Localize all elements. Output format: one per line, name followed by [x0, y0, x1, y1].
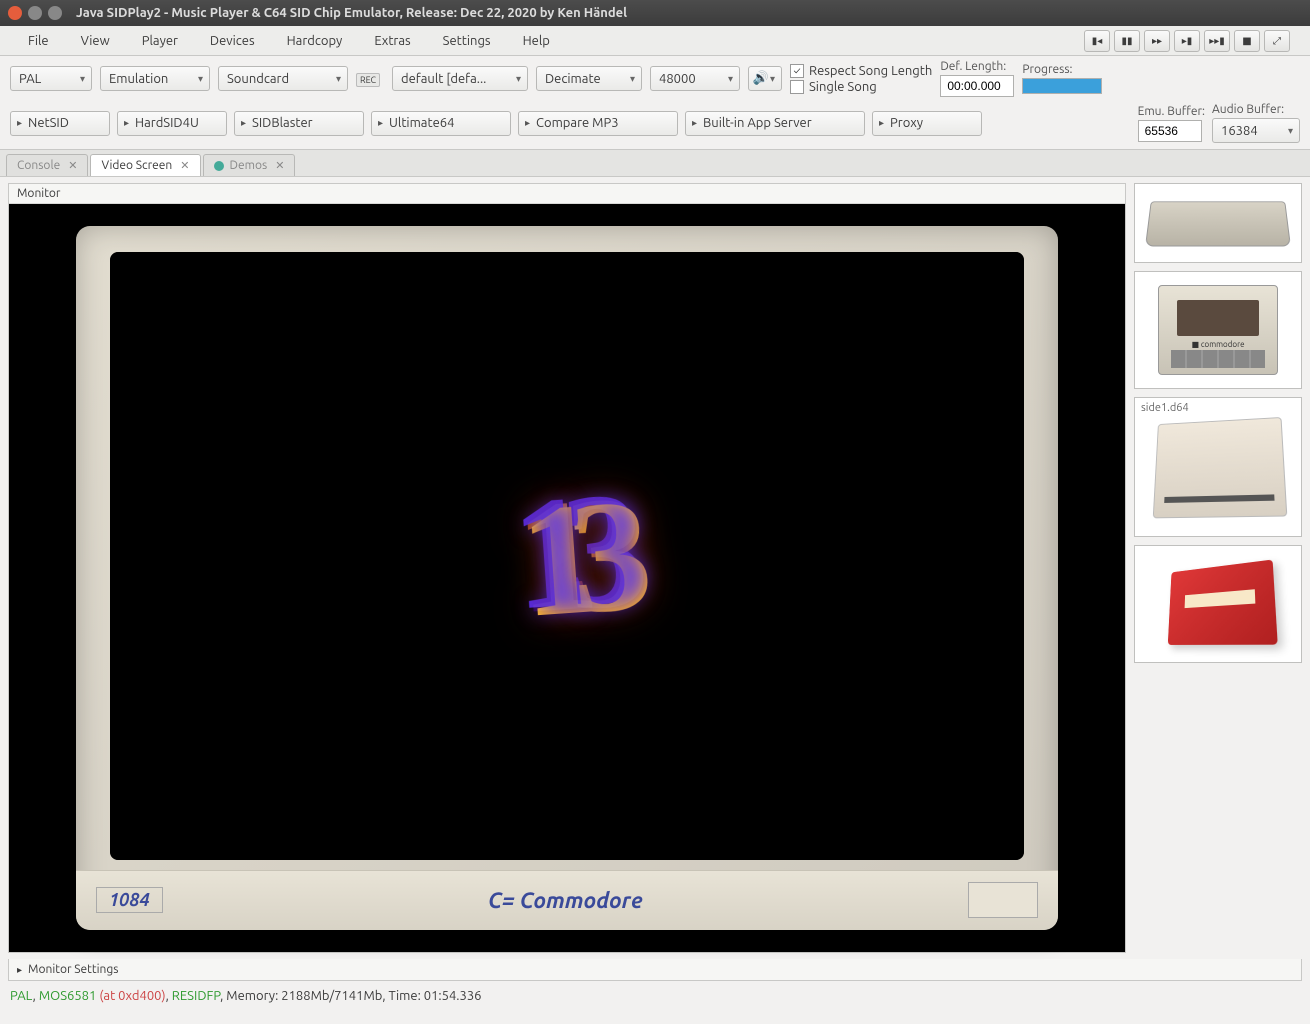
menu-player[interactable]: Player	[126, 28, 194, 54]
default-length-input[interactable]	[940, 75, 1014, 97]
sample-rate-combo[interactable]: 48000	[650, 66, 740, 91]
toolbar-bottom: NetSID HardSID4U SIDBlaster Ultimate64 C…	[0, 101, 1310, 149]
menu-settings[interactable]: Settings	[427, 28, 507, 54]
status-bar: PAL, MOS6581 (at 0xd400), RESIDFP, Memor…	[0, 981, 1310, 1011]
expand-button[interactable]: ⤢	[1264, 30, 1290, 52]
netsid-button[interactable]: NetSID	[10, 111, 110, 136]
hardsid-button[interactable]: HardSID4U	[117, 111, 227, 136]
audio-device-combo[interactable]: default [defa...	[392, 66, 528, 91]
monitor-model: 1084	[96, 887, 163, 913]
cartridge-icon	[1168, 559, 1278, 644]
proxy-button[interactable]: Proxy	[872, 111, 982, 136]
audio-buffer-label: Audio Buffer:	[1212, 103, 1300, 116]
tab-video-screen[interactable]: Video Screen✕	[90, 154, 200, 176]
close-icon[interactable]: ✕	[180, 159, 189, 172]
resample-combo[interactable]: Decimate	[536, 66, 642, 91]
window-close-button[interactable]	[8, 6, 22, 20]
demo-graphics: 13	[511, 460, 624, 652]
app-server-button[interactable]: Built-in App Server	[685, 111, 865, 136]
ultimate64-button[interactable]: Ultimate64	[371, 111, 511, 136]
disk-filename: side1.d64	[1141, 402, 1189, 414]
crt-monitor: 13 1084 C= Commodore	[76, 226, 1058, 929]
prev-track-button[interactable]: ▮◂	[1084, 30, 1110, 52]
fast-forward-button[interactable]: ▸▸	[1144, 30, 1170, 52]
monitor-power-panel	[968, 882, 1038, 918]
tab-demos[interactable]: Demos✕	[203, 154, 296, 176]
keyboard-device[interactable]	[1134, 183, 1302, 263]
toolbar-top: PAL Emulation Soundcard REC default [def…	[0, 56, 1310, 101]
disk-drive-icon	[1153, 417, 1288, 518]
progress-label: Progress:	[1022, 63, 1102, 76]
emu-buffer-label: Emu. Buffer:	[1138, 105, 1205, 118]
media-controls: ▮◂ ▮▮ ▸▸ ▸▮ ▸▸▮ ■ ⤢	[1084, 30, 1298, 52]
status-sid-chip: MOS6581	[39, 989, 97, 1003]
speaker-button[interactable]: 🔊	[748, 66, 782, 91]
monitor-brand: C= Commodore	[163, 888, 968, 913]
default-length-label: Def. Length:	[940, 60, 1014, 73]
chevron-right-icon: ▸	[17, 964, 22, 976]
status-engine: RESIDFP	[172, 989, 220, 1003]
single-song-label: Single Song	[809, 80, 877, 94]
menu-devices[interactable]: Devices	[194, 28, 271, 54]
audio-buffer-combo[interactable]: 16384	[1212, 118, 1300, 143]
crt-base: 1084 C= Commodore	[76, 870, 1058, 930]
status-sid-address: (at 0xd400)	[99, 989, 165, 1003]
monitor-display: 13 1084 C= Commodore	[9, 204, 1125, 952]
tab-console[interactable]: Console✕	[6, 154, 88, 176]
datasette-device[interactable]: ■ commodore	[1134, 271, 1302, 389]
demos-icon	[214, 161, 224, 171]
compare-mp3-button[interactable]: Compare MP3	[518, 111, 678, 136]
sidblaster-button[interactable]: SIDBlaster	[234, 111, 364, 136]
menu-hardcopy[interactable]: Hardcopy	[271, 28, 359, 54]
status-memory-value: 2188Mb/7141Mb	[281, 989, 382, 1003]
window-titlebar: Java SIDPlay2 - Music Player & C64 SID C…	[0, 0, 1310, 26]
window-title: Java SIDPlay2 - Music Player & C64 SID C…	[76, 6, 627, 20]
content-area: Monitor 13 1084 C= Commodore ■ commodore	[0, 177, 1310, 959]
output-combo[interactable]: Soundcard	[218, 66, 348, 91]
video-standard-combo[interactable]: PAL	[10, 66, 92, 91]
monitor-settings-label: Monitor Settings	[28, 963, 118, 976]
status-time-value: 01:54.336	[424, 989, 482, 1003]
menu-help[interactable]: Help	[507, 28, 566, 54]
tab-bar: Console✕ Video Screen✕ Demos✕	[0, 149, 1310, 177]
status-time-label: Time:	[389, 989, 421, 1003]
pause-button[interactable]: ▮▮	[1114, 30, 1140, 52]
speaker-icon: 🔊	[753, 71, 769, 86]
next-track-button[interactable]: ▸▸▮	[1204, 30, 1230, 52]
menu-file[interactable]: File	[12, 28, 65, 54]
disk-drive-device[interactable]: side1.d64	[1134, 397, 1302, 537]
engine-combo[interactable]: Emulation	[100, 66, 210, 91]
monitor-panel: Monitor 13 1084 C= Commodore	[8, 183, 1126, 953]
window-maximize-button[interactable]	[48, 6, 62, 20]
next-subtune-button[interactable]: ▸▮	[1174, 30, 1200, 52]
monitor-settings-expander[interactable]: ▸ Monitor Settings	[8, 959, 1302, 981]
cartridge-device[interactable]	[1134, 545, 1302, 663]
emu-buffer-input[interactable]	[1138, 120, 1202, 142]
device-sidebar: ■ commodore side1.d64	[1134, 183, 1302, 953]
respect-song-length-checkbox[interactable]: ✓	[790, 64, 804, 78]
close-icon[interactable]: ✕	[68, 159, 77, 172]
crt-screen: 13	[110, 252, 1024, 859]
menubar: File View Player Devices Hardcopy Extras…	[0, 26, 1310, 56]
record-button[interactable]: REC	[356, 72, 384, 86]
stop-button[interactable]: ■	[1234, 30, 1260, 52]
progress-bar	[1022, 78, 1102, 94]
c64-keyboard-icon	[1145, 201, 1291, 246]
menu-view[interactable]: View	[65, 28, 126, 54]
menu-extras[interactable]: Extras	[358, 28, 426, 54]
status-memory-label: Memory:	[226, 989, 278, 1003]
close-icon[interactable]: ✕	[275, 159, 284, 172]
status-video-standard: PAL	[10, 989, 33, 1003]
datasette-icon: ■ commodore	[1158, 285, 1278, 375]
window-minimize-button[interactable]	[28, 6, 42, 20]
monitor-label: Monitor	[9, 184, 1125, 204]
respect-song-length-label: Respect Song Length	[809, 64, 932, 78]
single-song-checkbox[interactable]	[790, 80, 804, 94]
